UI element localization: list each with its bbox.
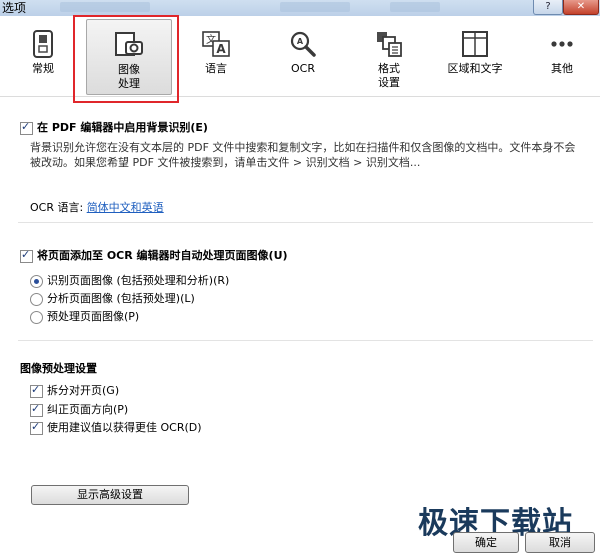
close-button[interactable]: ✕ — [563, 0, 599, 15]
enable-background-ocr-checkbox[interactable] — [20, 120, 33, 135]
tab-ocr[interactable]: A OCR — [280, 24, 326, 106]
radio-preprocess-label: 预处理页面图像(P) — [47, 310, 140, 323]
tab-general-label: 常规 — [32, 62, 54, 75]
radio-analyze-button[interactable] — [30, 292, 43, 306]
auto-process-label: 将页面添加至 OCR 编辑器时自动处理页面图像(U) — [37, 249, 288, 262]
show-advanced-settings-button[interactable]: 显示高级设置 — [31, 485, 189, 505]
tab-image-processing-label: 图像 处理 — [118, 63, 140, 90]
auto-process-option[interactable]: 将页面添加至 OCR 编辑器时自动处理页面图像(U) — [20, 247, 288, 263]
radio-recognize[interactable]: 识别页面图像 (包括预处理和分析)(R) — [30, 272, 229, 288]
image-camera-icon — [115, 32, 143, 56]
tab-image-processing[interactable]: 图像 处理 — [86, 19, 172, 95]
ocr-language-link[interactable]: 简体中文和英语 — [87, 201, 164, 214]
recommended-values-checkbox[interactable] — [30, 420, 43, 435]
cancel-button[interactable]: 取消 — [525, 532, 595, 553]
title-bar-blur — [60, 2, 150, 12]
recommended-values-option[interactable]: 使用建议值以获得更佳 OCR(D) — [30, 419, 202, 435]
svg-text:A: A — [297, 37, 304, 46]
options-toolbar: 常规 图像 处理 文 A 语言 A OCR 格式 设置 区域和文字 其他 — [0, 16, 600, 97]
window-title: 选项 — [2, 1, 27, 15]
radio-analyze-label: 分析页面图像 (包括预处理)(L) — [47, 292, 195, 305]
tab-language-label: 语言 — [205, 62, 227, 75]
ok-button[interactable]: 确定 — [453, 532, 519, 553]
regions-icon — [462, 31, 488, 57]
correct-orientation-label: 纠正页面方向(P) — [47, 403, 129, 416]
radio-preprocess[interactable]: 预处理页面图像(P) — [30, 308, 139, 324]
split-pages-option[interactable]: 拆分对开页(G) — [30, 382, 119, 398]
tab-other-label: 其他 — [551, 62, 573, 75]
split-pages-label: 拆分对开页(G) — [47, 384, 120, 397]
title-bar-blur — [280, 2, 350, 12]
divider — [18, 340, 593, 341]
tab-format[interactable]: 格式 设置 — [364, 24, 414, 106]
divider — [18, 222, 593, 223]
radio-analyze[interactable]: 分析页面图像 (包括预处理)(L) — [30, 290, 195, 306]
help-button[interactable]: ? — [533, 0, 563, 15]
auto-process-checkbox[interactable] — [20, 248, 33, 263]
enable-background-ocr-label: 在 PDF 编辑器中启用背景识别(E) — [37, 121, 208, 134]
title-bar: 选项 ? ✕ — [0, 0, 600, 16]
more-icon — [551, 41, 573, 47]
tab-ocr-label: OCR — [291, 62, 315, 75]
radio-recognize-label: 识别页面图像 (包括预处理和分析)(R) — [47, 274, 230, 287]
preprocess-heading: 图像预处理设置 — [20, 362, 97, 375]
correct-orientation-checkbox[interactable] — [30, 402, 43, 417]
tab-regions-text-label: 区域和文字 — [447, 62, 503, 75]
radio-recognize-button[interactable] — [30, 274, 43, 288]
ocr-magnifier-icon: A — [290, 31, 316, 57]
split-pages-checkbox[interactable] — [30, 383, 43, 398]
switch-icon — [33, 30, 53, 58]
enable-background-ocr-option[interactable]: 在 PDF 编辑器中启用背景识别(E) — [20, 119, 208, 135]
radio-preprocess-button[interactable] — [30, 310, 43, 324]
tab-regions-text[interactable]: 区域和文字 — [438, 24, 512, 106]
language-icon: 文 A — [202, 31, 230, 57]
title-bar-blur — [390, 2, 440, 12]
tab-general[interactable]: 常规 — [18, 24, 68, 106]
background-ocr-description: 背景识别允许您在没有文本层的 PDF 文件中搜索和复制文字，比如在扫描件和仅含图… — [30, 141, 576, 169]
format-icon — [377, 32, 402, 57]
correct-orientation-option[interactable]: 纠正页面方向(P) — [30, 401, 128, 417]
tab-format-label: 格式 设置 — [378, 62, 400, 89]
svg-text:A: A — [216, 42, 226, 56]
ocr-language-label: OCR 语言: — [30, 201, 84, 214]
tab-other[interactable]: 其他 — [540, 24, 584, 106]
tab-language[interactable]: 文 A 语言 — [192, 24, 240, 106]
ocr-language-row: OCR 语言: 简体中文和英语 — [30, 199, 164, 215]
recommended-values-label: 使用建议值以获得更佳 OCR(D) — [47, 421, 202, 434]
